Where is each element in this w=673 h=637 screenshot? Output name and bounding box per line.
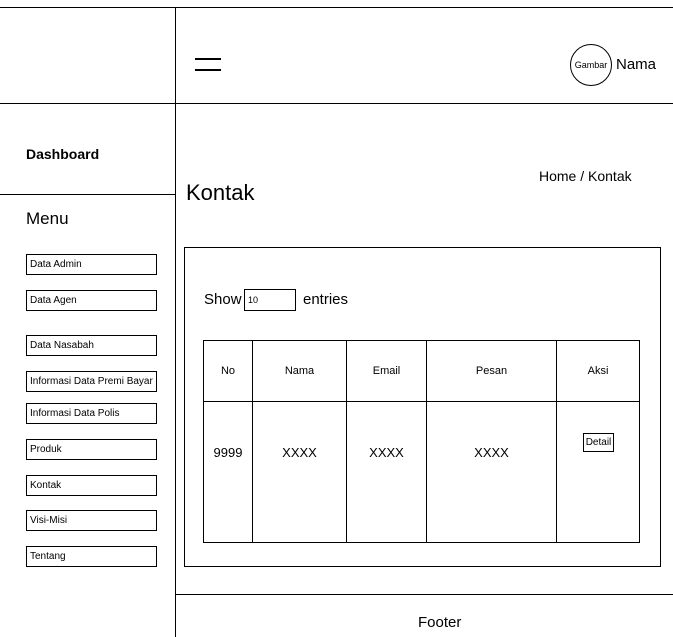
column-header-email: Email — [372, 365, 401, 377]
sidebar-dashboard-link[interactable]: Dashboard — [26, 146, 99, 162]
avatar-label: Gambar — [574, 60, 608, 70]
entries-label: entries — [303, 291, 349, 308]
footer-top-border — [175, 594, 673, 595]
breadcrumb[interactable]: Home / Kontak — [539, 168, 632, 184]
table-cell-email: XXXX — [369, 444, 404, 460]
sidebar-item-visi-misi[interactable]: Visi-Misi — [26, 510, 157, 531]
sidebar-item-data-admin[interactable]: Data Admin — [26, 254, 157, 275]
header-bottom-border — [0, 103, 673, 104]
sidebar-item-produk[interactable]: Produk — [26, 439, 157, 460]
sidebar-item-informasi-data-premi-bayar[interactable]: Informasi Data Premi Bayar — [26, 371, 157, 392]
page-title: Kontak — [186, 180, 255, 205]
table-cell-nama: XXXX — [282, 444, 317, 460]
sidebar-item-informasi-data-polis[interactable]: Informasi Data Polis — [26, 403, 157, 424]
column-header-pesan: Pesan — [475, 365, 508, 377]
sidebar-divider — [175, 7, 176, 637]
top-border — [0, 7, 673, 8]
column-header-nama: Nama — [284, 365, 315, 377]
column-header-aksi: Aksi — [587, 365, 609, 377]
column-header-no: No — [220, 365, 236, 377]
table-cell-no: 9999 — [213, 444, 243, 460]
user-name[interactable]: Nama — [616, 56, 656, 73]
sidebar-item-kontak[interactable]: Kontak — [26, 475, 157, 496]
footer-text: Footer — [418, 614, 462, 631]
detail-button[interactable]: Detail — [583, 433, 614, 452]
show-label: Show — [204, 291, 242, 308]
dashboard-divider — [0, 194, 175, 195]
sidebar-item-data-agen[interactable]: Data Agen — [26, 290, 157, 311]
sidebar-item-data-nasabah[interactable]: Data Nasabah — [26, 335, 157, 356]
sidebar-item-tentang[interactable]: Tentang — [26, 546, 157, 567]
entries-select[interactable]: 10 — [244, 289, 296, 311]
avatar[interactable]: Gambar — [570, 44, 612, 86]
hamburger-icon[interactable] — [195, 56, 221, 72]
data-table: No Nama Email Pesan Aksi 9999 XXXX XXXX … — [203, 340, 640, 543]
menu-heading: Menu — [26, 209, 69, 228]
table-cell-pesan: XXXX — [474, 444, 509, 460]
